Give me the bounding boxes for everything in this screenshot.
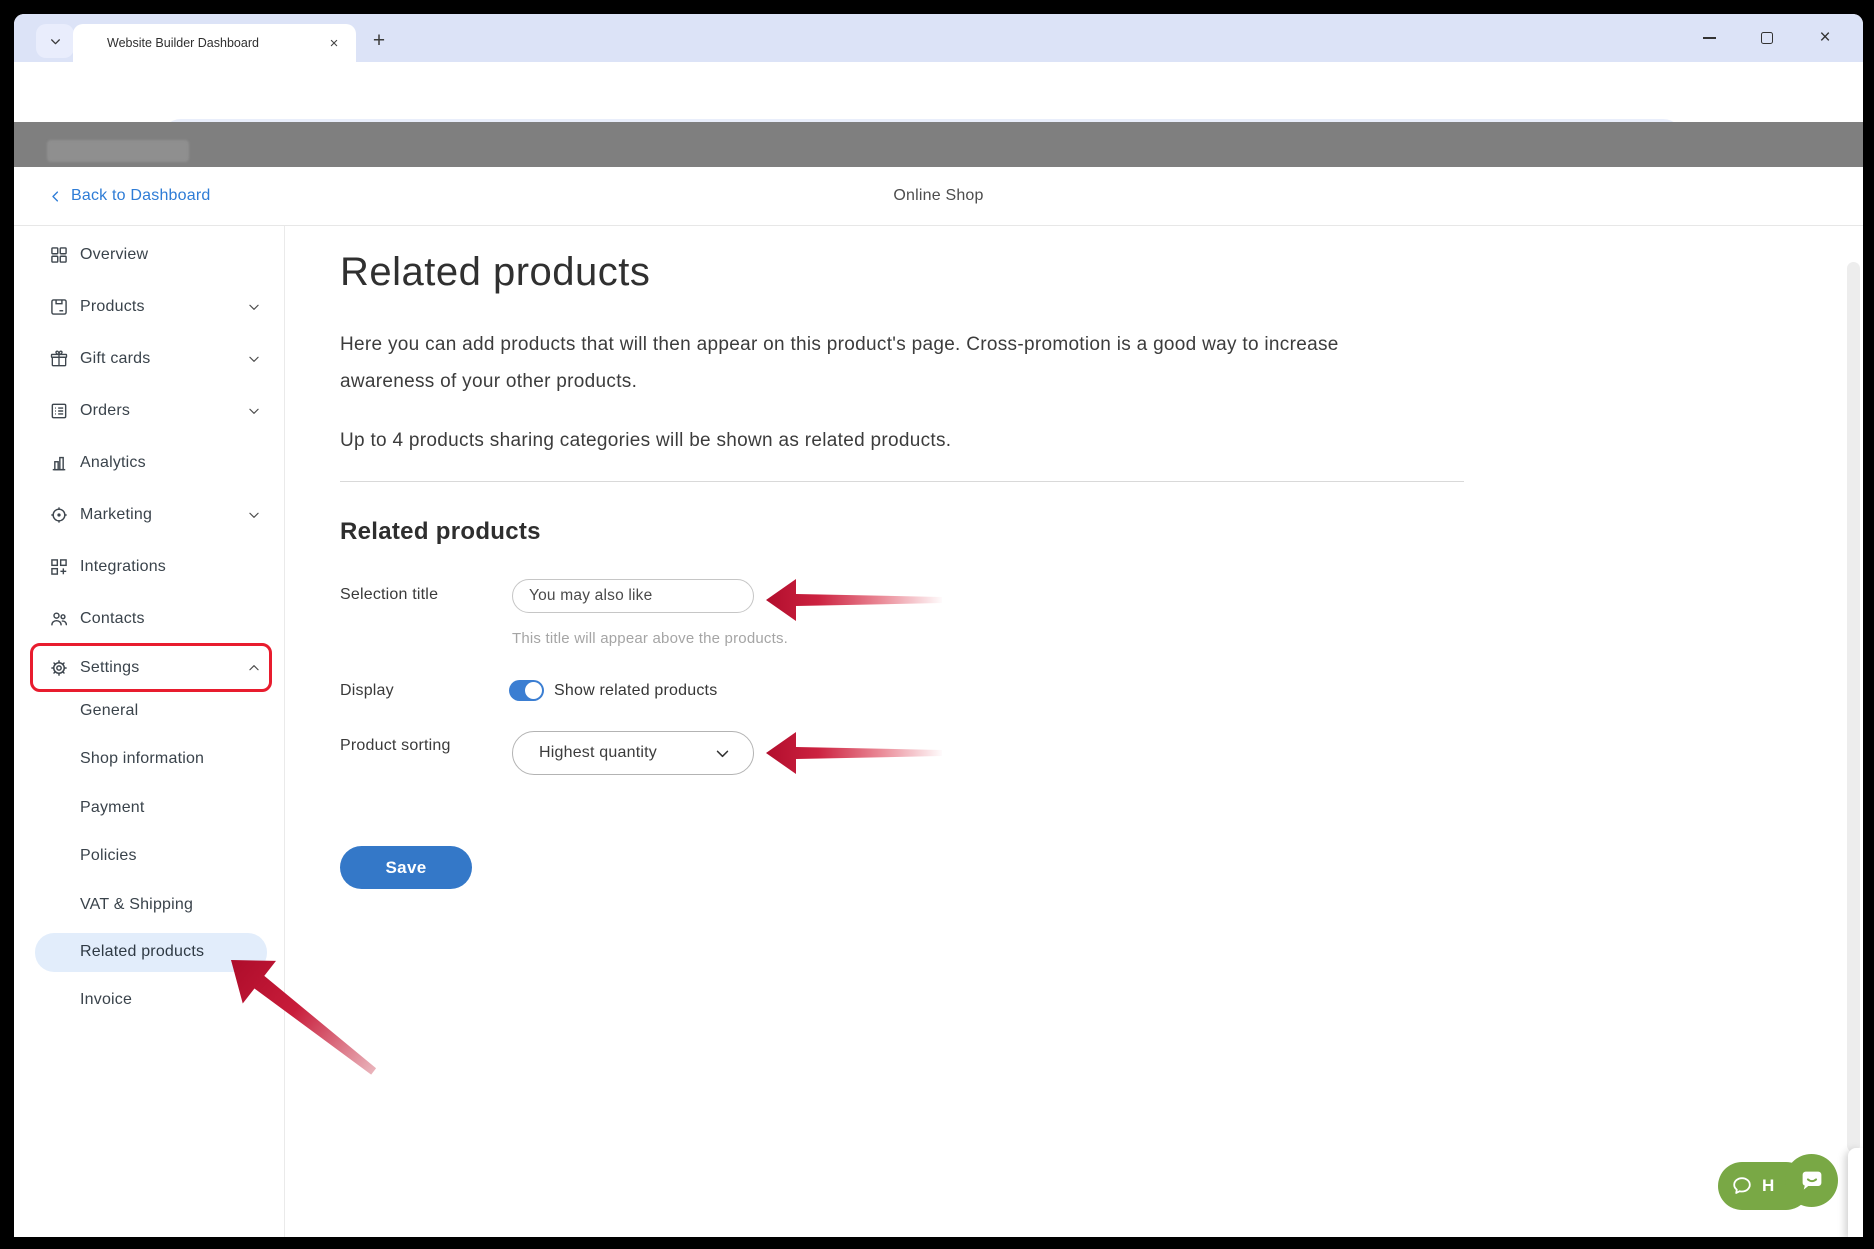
page-scrollbar[interactable] bbox=[1847, 262, 1860, 1152]
browser-window: Website Builder Dashboard × + × ← → ⟳ bbox=[14, 14, 1863, 1237]
chat-launcher-button[interactable] bbox=[1785, 1154, 1838, 1207]
selection-title-label: Selection title bbox=[340, 586, 438, 604]
intro-paragraph: Here you can add products that will then… bbox=[340, 326, 1340, 400]
product-sorting-dropdown[interactable]: Highest quantity bbox=[512, 731, 754, 775]
chevron-down-icon bbox=[714, 745, 731, 762]
toggle-knob bbox=[525, 682, 542, 699]
chat-panel-edge bbox=[1848, 1148, 1863, 1237]
toggle-label: Show related products bbox=[554, 682, 717, 700]
chat-bubble-outline-icon bbox=[1730, 1174, 1754, 1198]
main-content: Related products Here you can add produc… bbox=[14, 14, 1863, 1237]
intro-paragraph: Up to 4 products sharing categories will… bbox=[340, 422, 1400, 459]
selection-title-helper: This title will appear above the product… bbox=[512, 630, 788, 647]
display-label: Display bbox=[340, 682, 394, 700]
section-title: Related products bbox=[340, 518, 541, 546]
page-title: Related products bbox=[340, 250, 650, 295]
chat-pill-text: H bbox=[1762, 1176, 1774, 1196]
messenger-icon bbox=[1797, 1166, 1827, 1196]
screenshot-stage: Website Builder Dashboard × + × ← → ⟳ bbox=[0, 0, 1874, 1249]
selection-title-input[interactable] bbox=[512, 579, 754, 613]
product-sorting-label: Product sorting bbox=[340, 737, 451, 755]
section-divider bbox=[340, 481, 1464, 482]
show-related-products-toggle[interactable] bbox=[509, 680, 544, 701]
save-button[interactable]: Save bbox=[340, 846, 472, 889]
dropdown-selected-value: Highest quantity bbox=[539, 744, 714, 762]
